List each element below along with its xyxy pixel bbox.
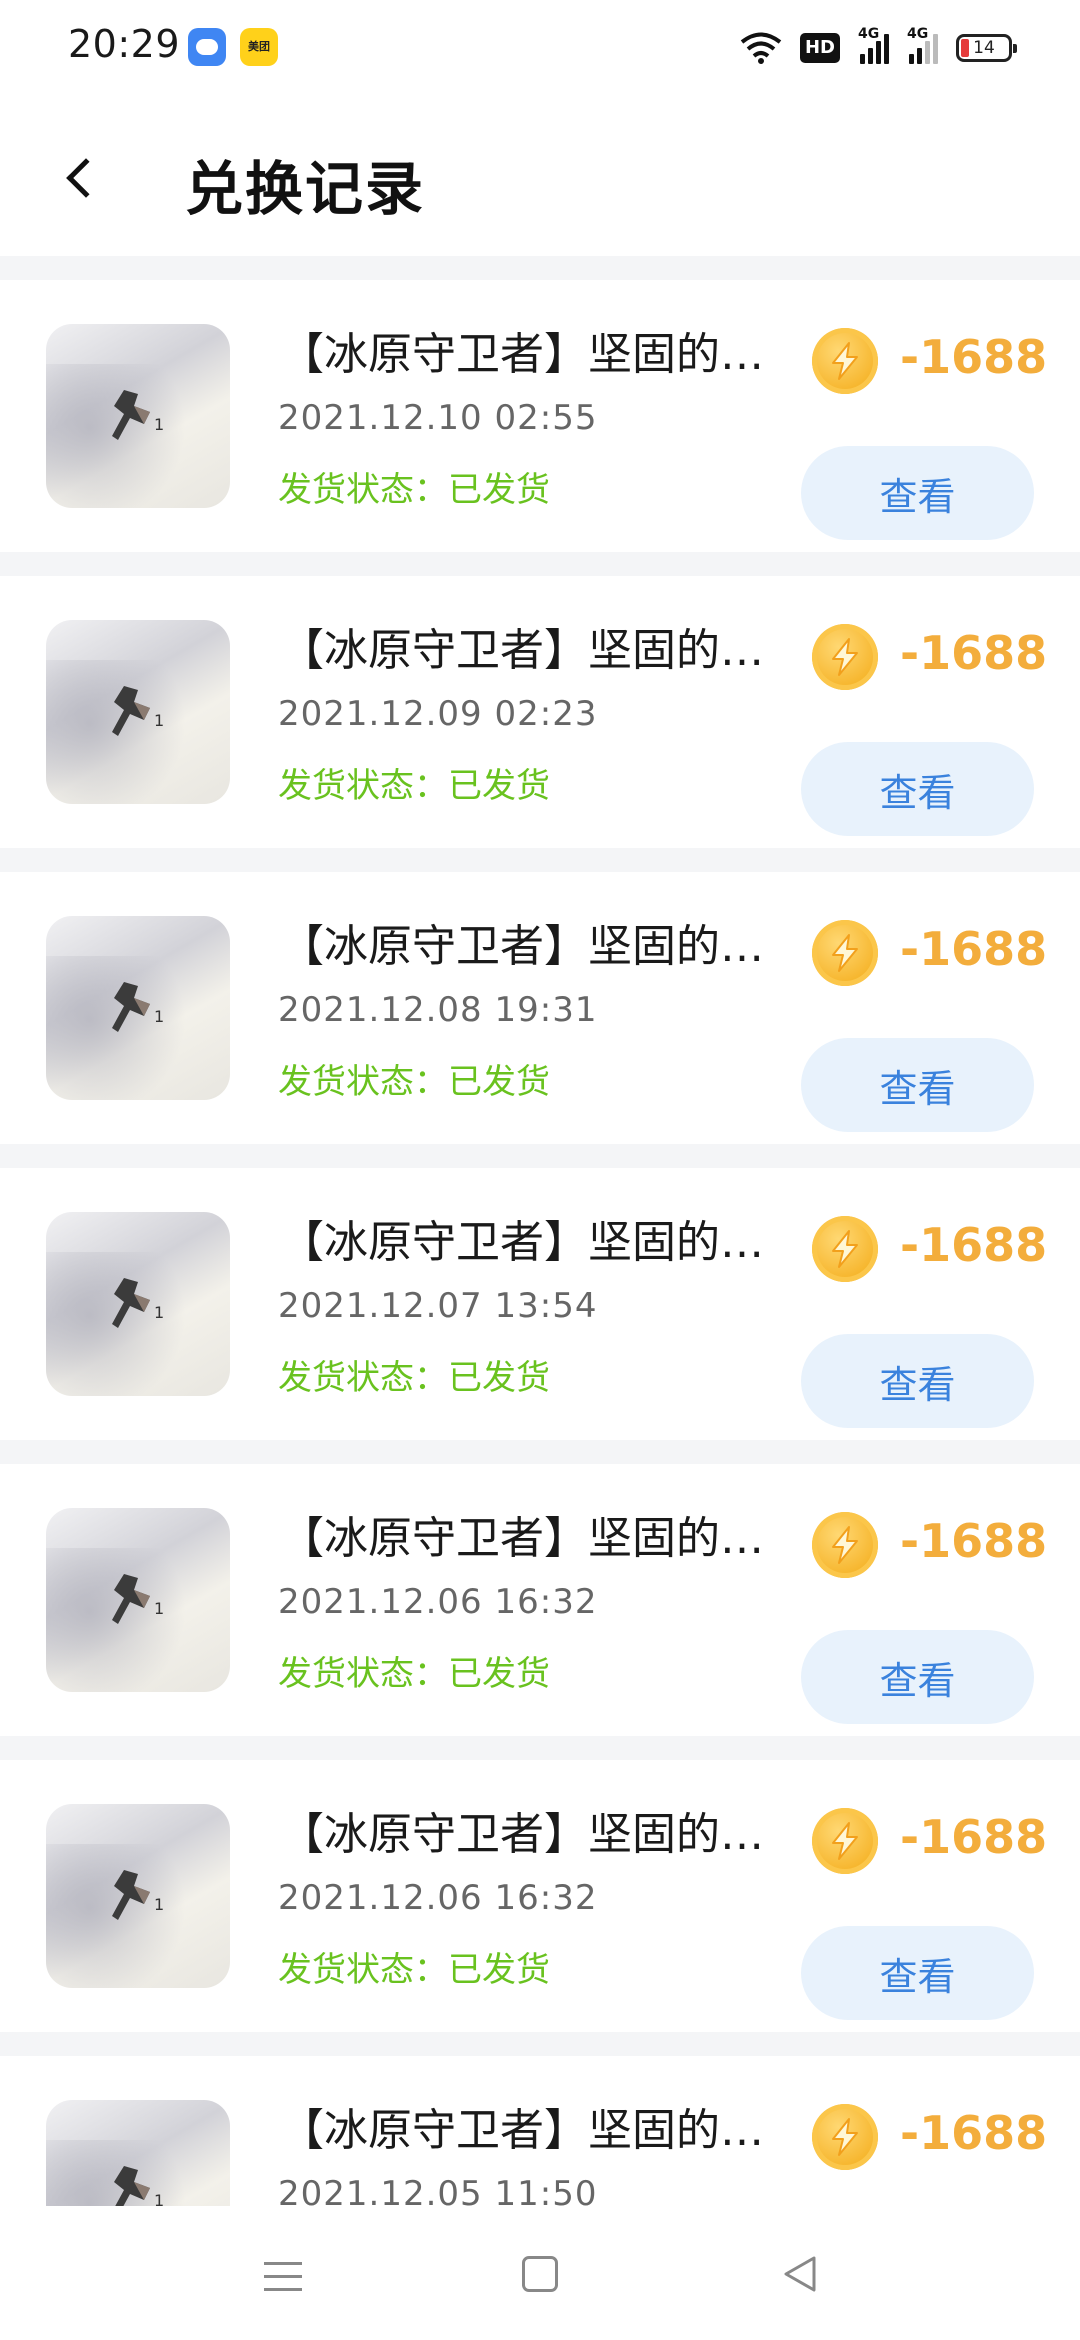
item-date: 2021.12.10 02:55 [278,398,598,438]
item-title: 【冰原守卫者】坚固的… [280,1809,764,1860]
item-date: 2021.12.06 16:32 [278,1582,598,1622]
system-nav-bar [0,2206,1080,2340]
item-thumbnail: 1 [46,620,230,804]
svg-text:1: 1 [154,711,164,730]
back-button[interactable] [50,142,120,212]
view-button[interactable]: 查看 [801,446,1034,540]
delivery-status: 发货状态：已发货 [278,470,550,510]
item-title: 【冰原守卫者】坚固的… [280,625,764,676]
item-date: 2021.12.06 16:32 [278,1878,598,1918]
axe-icon: 1 [112,982,164,1032]
exchange-record-item[interactable]: 1 【冰原守卫者】坚固的… 2021.12.06 16:32 发货状态：已发货 -168… [0,1760,1080,2032]
svg-text:1: 1 [154,1303,164,1322]
coin-icon [812,624,878,690]
item-title: 【冰原守卫者】坚固的… [280,921,764,972]
item-title: 【冰原守卫者】坚固的… [280,1217,764,1268]
axe-icon: 1 [114,2166,164,2206]
item-thumbnail: 1 [46,1804,230,1988]
delivery-status: 发货状态：已发货 [278,1950,550,1990]
signal-icon: 4G [858,26,889,64]
view-button[interactable]: 查看 [801,742,1034,836]
menu-icon[interactable] [264,2258,302,2294]
back-triangle-icon[interactable] [780,2254,820,2294]
points-cost: -1688 [900,2106,1048,2160]
item-date: 2021.12.07 13:54 [278,1286,598,1326]
points-cost: -1688 [900,1514,1048,1568]
coin-icon [812,1216,878,1282]
battery-icon: 14 [956,34,1017,62]
view-button[interactable]: 查看 [801,1630,1034,1724]
coin-icon [812,1808,878,1874]
svg-text:1: 1 [154,2191,164,2206]
svg-text:1: 1 [154,1007,164,1026]
view-button[interactable]: 查看 [801,1334,1034,1428]
wifi-icon [740,32,782,64]
points-cost: -1688 [900,1218,1048,1272]
coin-icon [812,328,878,394]
item-title: 【冰原守卫者】坚固的… [280,1513,764,1564]
axe-icon: 1 [112,1278,164,1328]
axe-icon: 1 [112,1870,164,1920]
messages-app-icon [188,28,226,66]
hd-voice-icon: HD [799,33,840,63]
item-thumbnail: 1 [46,1212,230,1396]
item-thumbnail: 1 [46,916,230,1100]
delivery-status: 发货状态：已发货 [278,766,550,806]
points-cost: -1688 [900,1810,1048,1864]
item-thumbnail: 1 [46,2100,230,2206]
item-thumbnail: 1 [46,324,230,508]
status-time: 20:29 [68,22,181,66]
delivery-status: 发货状态：已发货 [278,1358,550,1398]
status-indicators: HD 4G 4G 14 [740,26,1017,70]
item-date: 2021.12.08 19:31 [278,990,598,1030]
item-title: 【冰原守卫者】坚固的… [280,329,764,380]
view-button[interactable]: 查看 [801,1926,1034,2020]
coin-icon [812,920,878,986]
exchange-record-item[interactable]: 1 【冰原守卫者】坚固的… 2021.12.07 13:54 发货状态：已发货 -168… [0,1168,1080,1440]
view-button[interactable]: 查看 [801,1038,1034,1132]
chevron-left-icon [66,158,106,198]
page-title: 兑换记录 [185,155,426,223]
points-cost: -1688 [900,626,1048,680]
home-icon[interactable] [522,2256,558,2292]
exchange-record-list[interactable]: 1 【冰原守卫者】坚固的… 2021.12.10 02:55 发货状态：已发货 -168… [0,256,1080,2206]
exchange-record-item[interactable]: 1 【冰原守卫者】坚固的… 2021.12.10 02:55 发货状态：已发货 -168… [0,280,1080,552]
exchange-record-item[interactable]: 1 【冰原守卫者】坚固的… 2021.12.08 19:31 发货状态：已发货 -168… [0,872,1080,1144]
delivery-status: 发货状态：已发货 [278,1062,550,1102]
svg-text:1: 1 [154,1599,164,1618]
svg-text:1: 1 [154,1895,164,1914]
coin-icon [812,1512,878,1578]
axe-icon: 1 [112,390,164,440]
coin-icon [812,2104,878,2170]
app-header: 兑换记录 [0,96,1080,256]
axe-icon: 1 [112,686,164,736]
meituan-app-icon: 美团 [240,28,278,66]
item-date: 2021.12.05 11:50 [278,2174,598,2206]
exchange-record-item[interactable]: 1【冰原守卫者】坚固的…2021.12.05 11:50发货状态：已发货-168… [0,2056,1080,2206]
delivery-status: 发货状态：已发货 [278,1654,550,1694]
item-date: 2021.12.09 02:23 [278,694,598,734]
axe-icon: 1 [112,1574,164,1624]
item-title: 【冰原守卫者】坚固的… [280,2105,764,2156]
status-bar: 20:29 美团 HD 4G 4G 14 [0,0,1080,96]
svg-text:1: 1 [154,415,164,434]
exchange-record-item[interactable]: 1 【冰原守卫者】坚固的… 2021.12.06 16:32 发货状态：已发货 -168… [0,1464,1080,1736]
item-thumbnail: 1 [46,1508,230,1692]
exchange-record-item[interactable]: 1 【冰原守卫者】坚固的… 2021.12.09 02:23 发货状态：已发货 -168… [0,576,1080,848]
points-cost: -1688 [900,922,1048,976]
points-cost: -1688 [900,330,1048,384]
signal-icon: 4G [907,26,938,64]
